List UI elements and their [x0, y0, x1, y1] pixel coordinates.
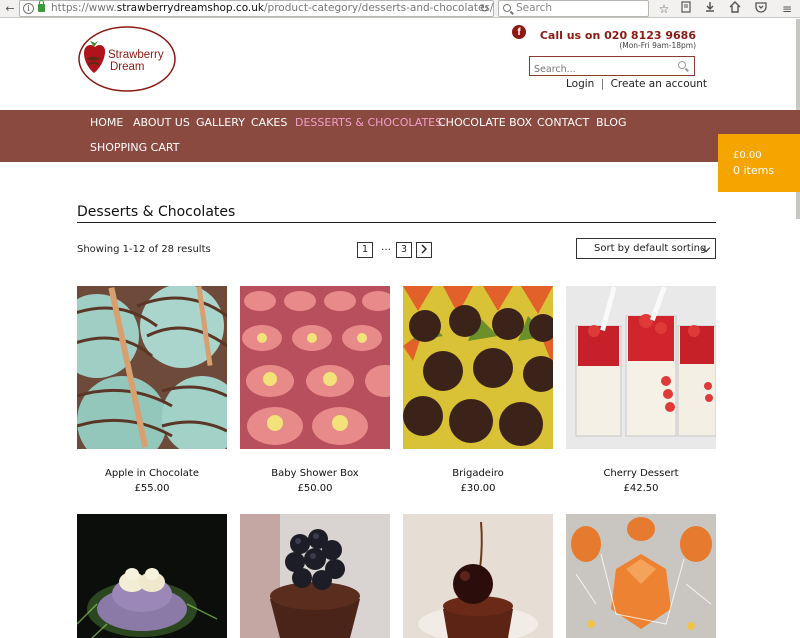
- download-icon[interactable]: [702, 1, 718, 17]
- search-icon: [503, 4, 511, 12]
- bookmark-star-icon[interactable]: ☆: [656, 1, 672, 17]
- pagination-page-3[interactable]: 3: [396, 242, 412, 258]
- sort-select[interactable]: Sort by default sorting: [576, 238, 716, 259]
- nav-item-blog[interactable]: BLOG: [596, 116, 626, 129]
- site-logo[interactable]: Strawberry Dream: [77, 25, 177, 93]
- cart-amount: £0.00: [733, 150, 762, 161]
- product-name[interactable]: Brigadeiro: [403, 468, 553, 479]
- product-image-orange-chocolate[interactable]: [566, 514, 716, 638]
- pagination-next-button[interactable]: [416, 242, 432, 258]
- cart-item-count: 0 items: [733, 164, 775, 177]
- search-icon[interactable]: [678, 61, 686, 69]
- url-text[interactable]: https://www.strawberrydreamshop.co.uk/pr…: [51, 2, 493, 14]
- home-icon[interactable]: [727, 1, 743, 17]
- title-divider: [77, 222, 716, 223]
- browser-search-input[interactable]: Search: [498, 0, 649, 17]
- product-name[interactable]: Baby Shower Box: [240, 468, 390, 479]
- url-bar[interactable]: i https://www.strawberrydreamshop.co.uk/…: [19, 0, 494, 17]
- main-navigation: HOME ABOUT US GALLERY CAKES DESSERTS & C…: [0, 110, 800, 162]
- logo-line2: Dream: [110, 61, 145, 73]
- pagination-ellipsis: …: [381, 242, 391, 253]
- nav-item-shopping-cart[interactable]: SHOPPING CART: [90, 141, 179, 154]
- create-account-link[interactable]: Create an account: [611, 78, 707, 90]
- nav-item-chocolate-box[interactable]: CHOCOLATE BOX: [438, 116, 532, 129]
- opening-hours: (Mon-Fri 9am-18pm): [619, 41, 696, 50]
- nav-item-gallery[interactable]: GALLERY: [196, 116, 245, 129]
- back-icon[interactable]: ←: [2, 1, 18, 17]
- site-search-input[interactable]: [530, 60, 670, 79]
- site-search-field[interactable]: [529, 56, 695, 79]
- product-price: £42.50: [623, 483, 659, 494]
- mini-cart[interactable]: £0.00 0 items: [718, 134, 800, 192]
- nav-item-cakes[interactable]: CAKES: [251, 116, 287, 129]
- product-name[interactable]: Cherry Dessert: [566, 468, 716, 479]
- nav-item-home[interactable]: HOME: [90, 116, 123, 129]
- product-image-brigadeiro[interactable]: [403, 286, 553, 449]
- product-image-cherry-dessert[interactable]: [566, 286, 716, 449]
- menu-icon[interactable]: ≡: [779, 1, 795, 17]
- facebook-icon[interactable]: f: [512, 25, 526, 39]
- pagination-page-1[interactable]: 1: [357, 242, 373, 258]
- reading-list-icon[interactable]: [678, 1, 694, 17]
- product-image-cherry-cupcake[interactable]: [403, 514, 553, 638]
- chevron-right-icon: [421, 244, 427, 254]
- product-image-baby-shoes-cupcake[interactable]: [77, 514, 227, 638]
- account-separator: |: [600, 78, 605, 90]
- pocket-icon[interactable]: [753, 1, 769, 17]
- page-title: Desserts & Chocolates: [77, 204, 236, 220]
- browser-toolbar: ← i https://www.strawberrydreamshop.co.u…: [0, 0, 800, 18]
- product-price: £55.00: [134, 483, 170, 494]
- info-icon[interactable]: i: [23, 3, 34, 14]
- result-count: Showing 1-12 of 28 results: [77, 244, 211, 255]
- nav-item-contact[interactable]: CONTACT: [537, 116, 589, 129]
- product-price: £50.00: [297, 483, 333, 494]
- sort-select-value: Sort by default sorting: [594, 243, 707, 254]
- nav-item-about-us[interactable]: ABOUT US: [133, 116, 190, 129]
- product-price: £30.00: [460, 483, 496, 494]
- logo-line1: Strawberry: [108, 49, 164, 61]
- product-image-baby-shower-box[interactable]: [240, 286, 390, 449]
- reload-icon[interactable]: ↻: [480, 2, 489, 15]
- product-image-blackberry-cupcake[interactable]: [240, 514, 390, 638]
- login-link[interactable]: Login: [566, 78, 594, 90]
- product-name[interactable]: Apple in Chocolate: [77, 468, 227, 479]
- account-links: Login | Create an account: [566, 78, 707, 90]
- nav-item-desserts-chocolates[interactable]: DESSERTS & CHOCOLATES: [295, 116, 442, 129]
- lock-icon: [38, 0, 45, 12]
- product-image-apple-in-chocolate[interactable]: [77, 286, 227, 449]
